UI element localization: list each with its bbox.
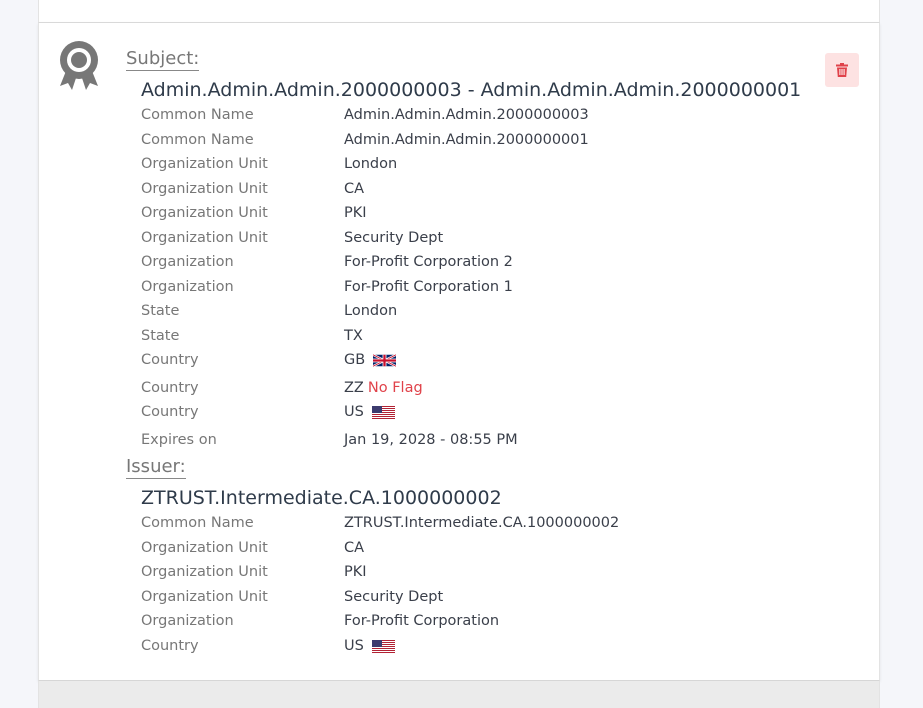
field-value: London <box>344 156 398 172</box>
field-value: For-Profit Corporation 2 <box>344 254 513 270</box>
field-value: London <box>344 303 398 319</box>
subject-field-row: Common Name Admin.Admin.Admin.2000000001 <box>141 129 841 151</box>
subject-field-row: Country GB <box>141 349 841 371</box>
subject-field-row: Organization Unit PKI <box>141 202 841 224</box>
field-label: Expires on <box>141 432 217 448</box>
subject-field-row: Organization For-Profit Corporation 2 <box>141 251 841 273</box>
subject-name: Admin.Admin.Admin.2000000003 - Admin.Adm… <box>141 79 802 101</box>
subject-field-row: Country ZZ No Flag <box>141 377 841 399</box>
field-label: Country <box>141 638 199 654</box>
field-label: Country <box>141 352 199 368</box>
subject-field-row: Expires on Jan 19, 2028 - 08:55 PM <box>141 429 841 451</box>
field-value: Security Dept <box>344 230 444 246</box>
field-label: Organization Unit <box>141 564 268 580</box>
delete-certificate-button[interactable] <box>825 53 859 87</box>
field-value: ZZ No Flag <box>344 377 423 399</box>
field-value: PKI <box>344 205 367 221</box>
field-value: GB <box>344 349 397 371</box>
next-card <box>38 681 880 708</box>
previous-card <box>38 0 880 23</box>
field-value: CA <box>344 181 365 197</box>
subject-field-row: Organization Unit Security Dept <box>141 227 841 249</box>
field-label: Country <box>141 404 199 420</box>
issuer-field-row: Organization Unit CA <box>141 537 841 559</box>
field-value: For-Profit Corporation <box>344 613 500 629</box>
field-label: Organization Unit <box>141 540 268 556</box>
issuer-field-row: Country US <box>141 635 841 657</box>
field-label: State <box>141 328 180 344</box>
uk-flag-icon <box>373 353 397 367</box>
certificate-ribbon-icon <box>60 41 98 90</box>
no-flag-text: No Flag <box>367 380 423 396</box>
field-label: Organization <box>141 279 234 295</box>
field-value: PKI <box>344 564 367 580</box>
issuer-field-row: Common Name ZTRUST.Intermediate.CA.10000… <box>141 512 841 534</box>
subject-field-row: Common Name Admin.Admin.Admin.2000000003 <box>141 104 841 126</box>
issuer-field-row: Organization For-Profit Corporation <box>141 610 841 632</box>
field-value: TX <box>344 328 363 344</box>
field-label: Organization <box>141 254 234 270</box>
field-label: Organization Unit <box>141 181 268 197</box>
issuer-heading: Issuer: <box>126 456 186 479</box>
subject-heading: Subject: <box>126 48 200 71</box>
subject-field-row: Country US <box>141 401 841 423</box>
field-label: Organization Unit <box>141 205 268 221</box>
field-label: Organization Unit <box>141 589 268 605</box>
field-value: US <box>344 635 395 657</box>
issuer-field-row: Organization Unit PKI <box>141 561 841 583</box>
field-label: Common Name <box>141 132 254 148</box>
field-label: Organization Unit <box>141 156 268 172</box>
field-label: Common Name <box>141 515 254 531</box>
field-label: Common Name <box>141 107 254 123</box>
field-label: Country <box>141 380 199 396</box>
issuer-field-row: Organization Unit Security Dept <box>141 586 841 608</box>
field-value: Admin.Admin.Admin.2000000001 <box>344 132 589 148</box>
field-value: For-Profit Corporation 1 <box>344 279 513 295</box>
field-value: Jan 19, 2028 - 08:55 PM <box>344 432 518 448</box>
field-value: US <box>344 401 395 423</box>
subject-field-row: Organization For-Profit Corporation 1 <box>141 276 841 298</box>
field-label: Organization <box>141 613 234 629</box>
us-flag-icon <box>371 639 395 653</box>
subject-field-row: State TX <box>141 325 841 347</box>
field-value: ZTRUST.Intermediate.CA.1000000002 <box>344 515 620 531</box>
us-flag-icon <box>371 405 395 419</box>
field-label: Organization Unit <box>141 230 268 246</box>
field-value: Security Dept <box>344 589 444 605</box>
field-label: State <box>141 303 180 319</box>
subject-field-row: Organization Unit CA <box>141 178 841 200</box>
subject-field-row: Organization Unit London <box>141 153 841 175</box>
subject-field-row: State London <box>141 300 841 322</box>
issuer-name: ZTRUST.Intermediate.CA.1000000002 <box>141 487 502 509</box>
trash-icon <box>836 63 848 77</box>
field-value: CA <box>344 540 365 556</box>
field-value: Admin.Admin.Admin.2000000003 <box>344 107 589 123</box>
